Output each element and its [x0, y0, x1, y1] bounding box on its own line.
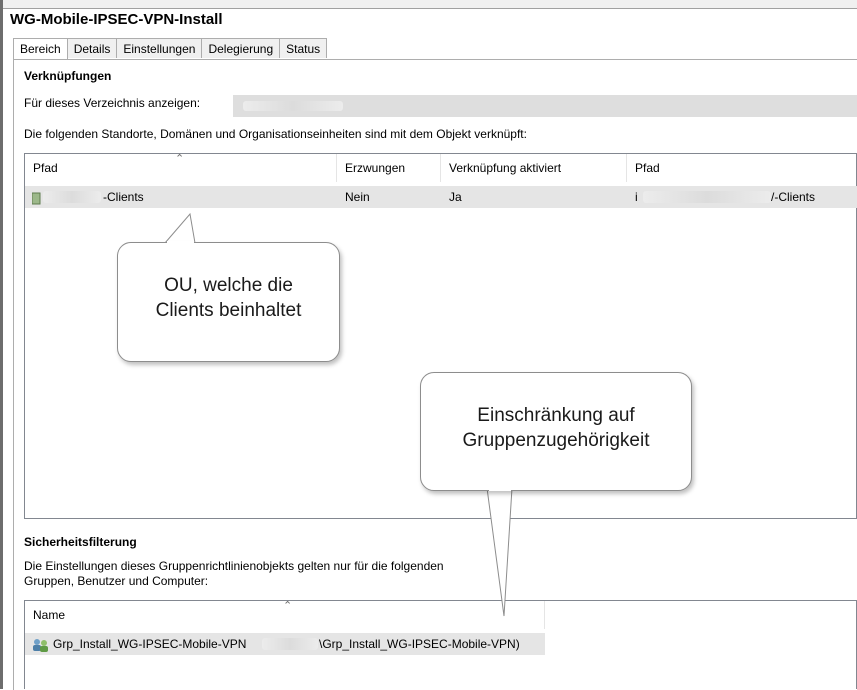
- callout-pointer-mask-2: [489, 487, 511, 491]
